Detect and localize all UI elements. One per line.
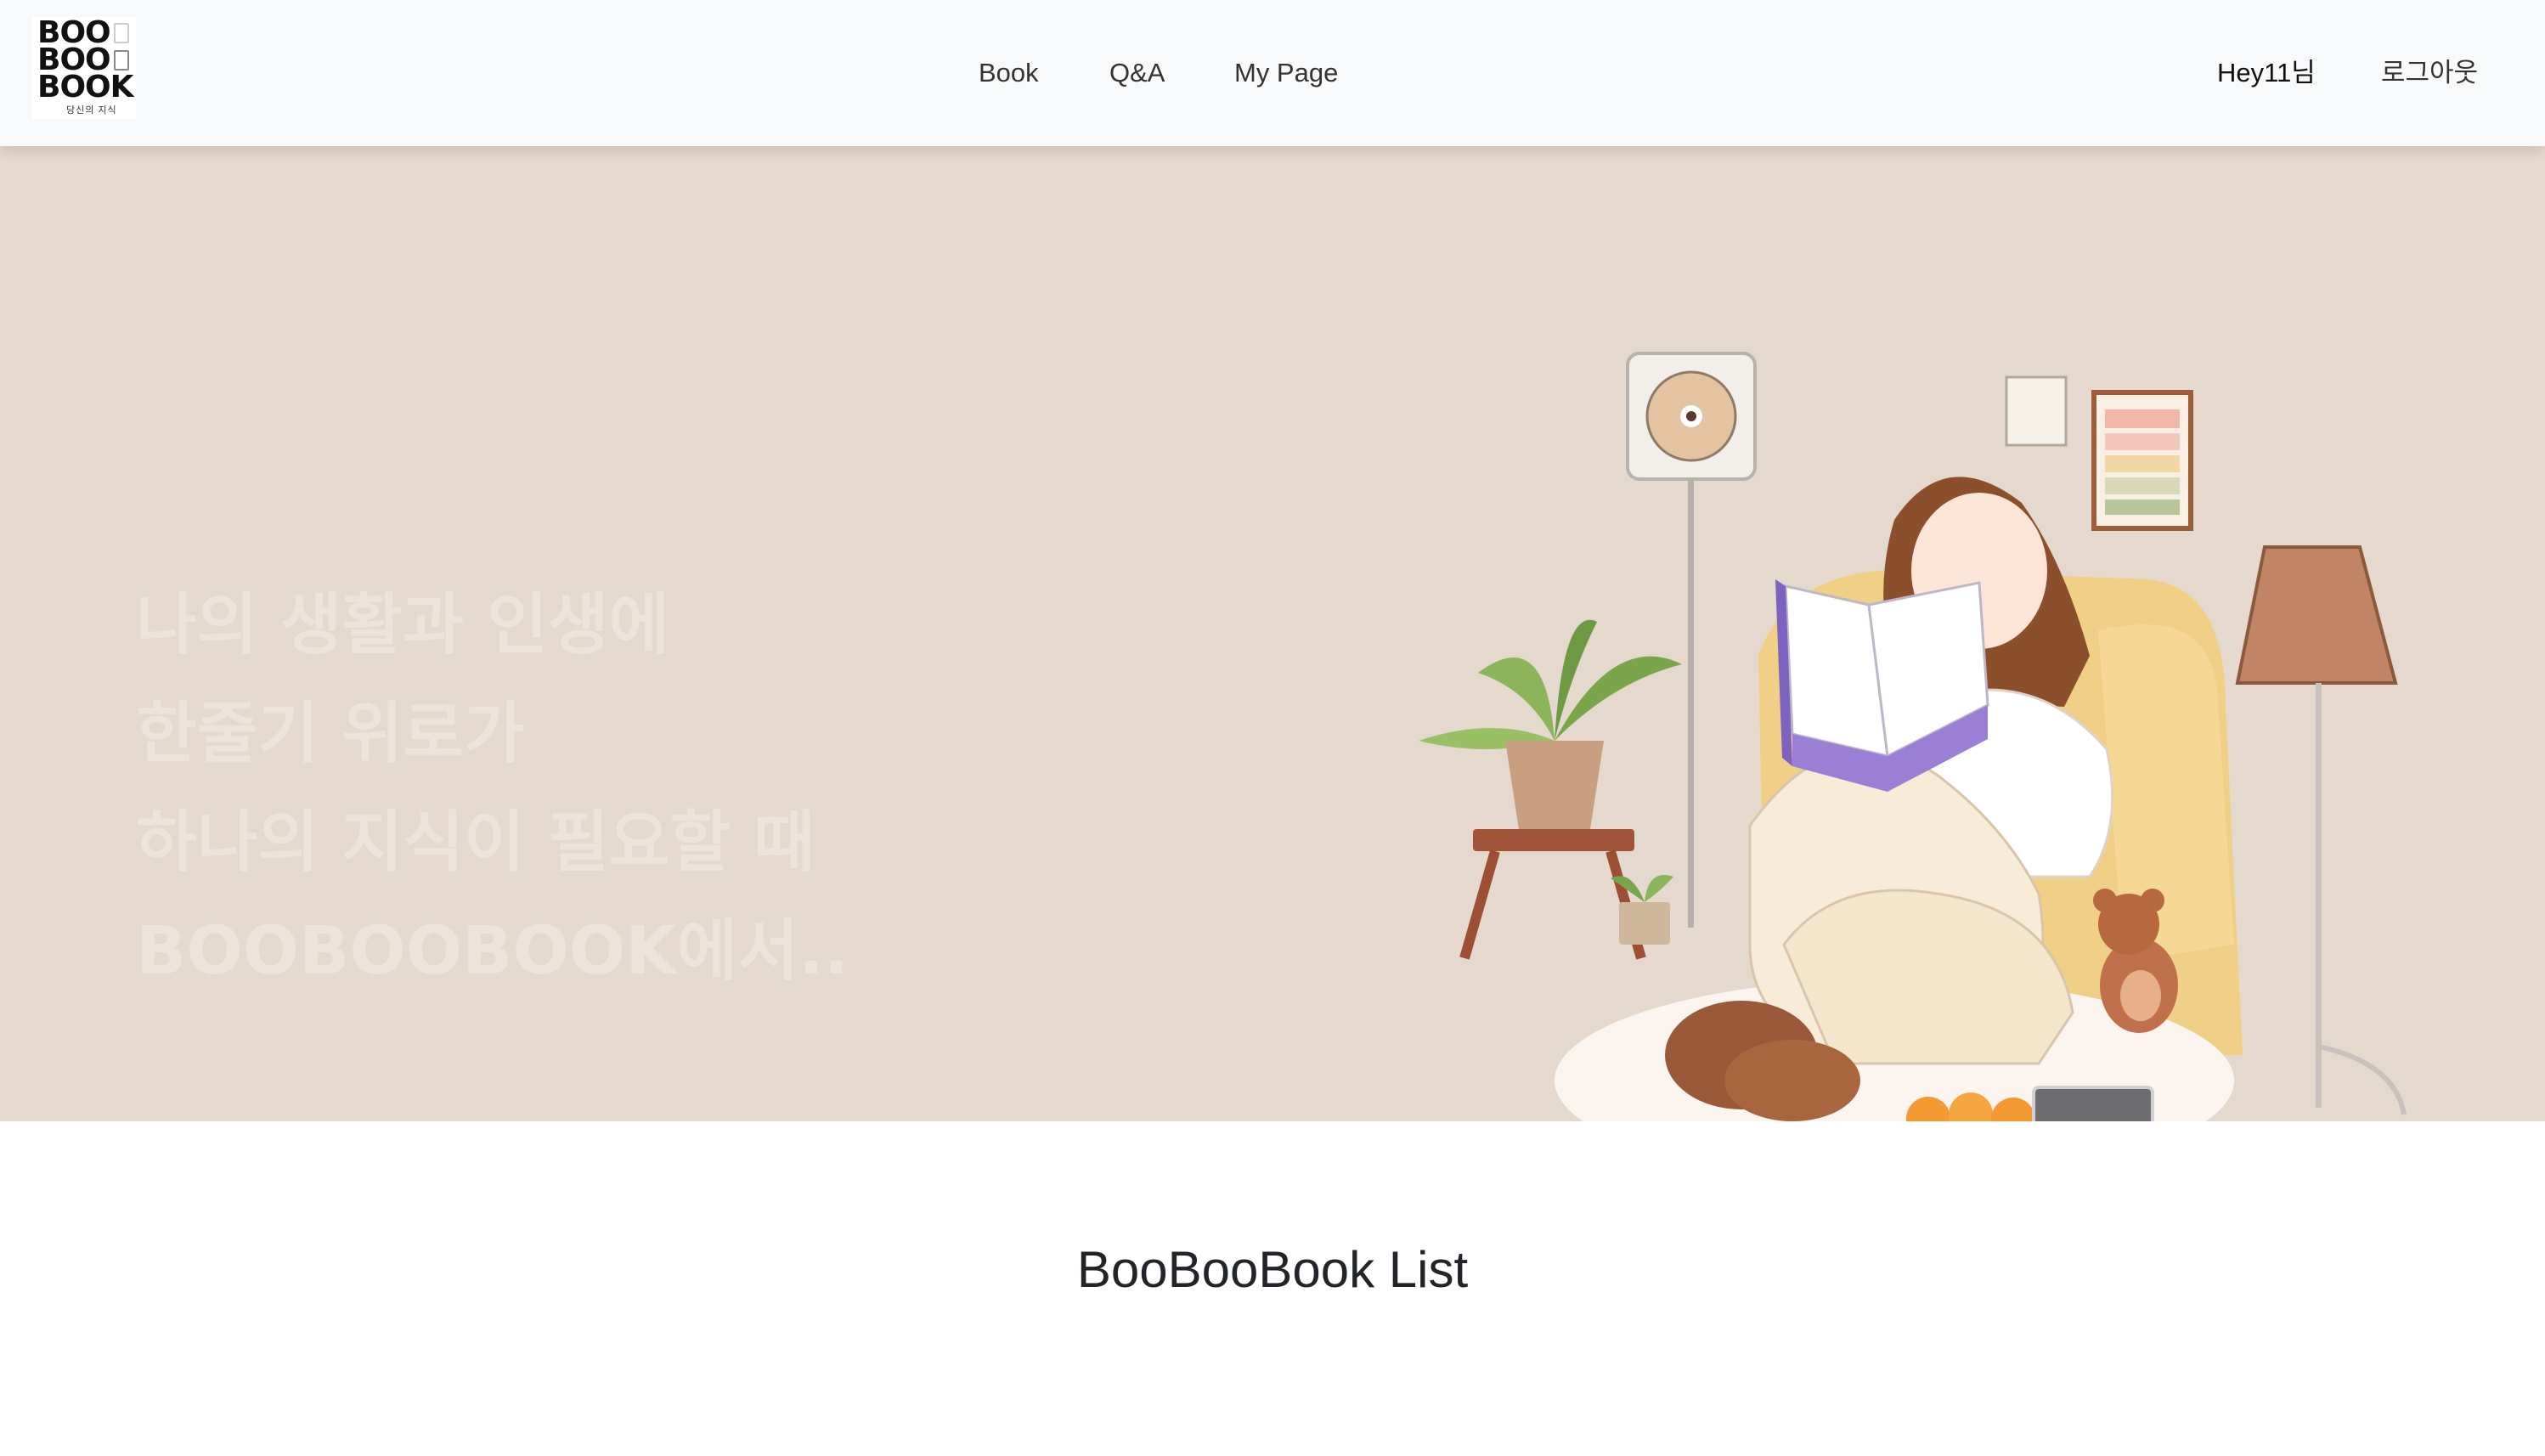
logo-subtitle: 당신의 지식 — [66, 105, 117, 116]
nav-book[interactable]: Book — [979, 51, 1039, 95]
site-header: BOO BOO BOOK 당신의 지식 Book Q&A My Page Hey… — [0, 0, 2545, 146]
reading-girl-illustration — [1419, 352, 2407, 1121]
wall-frame-icon — [2005, 375, 2193, 531]
tablet-icon — [2032, 1086, 2154, 1121]
girl-reading-icon — [1748, 477, 2114, 1065]
logout-link[interactable]: 로그아웃 — [2381, 51, 2478, 95]
hero-line-1: 나의 생활과 인생에 — [136, 587, 670, 663]
floor-lamp-icon — [2235, 545, 2407, 1115]
hero-line-2: 한줄기 위로가 — [136, 696, 525, 772]
hero-line-3: 하나의 지식이 필요할 때 — [136, 804, 815, 881]
nav-qa[interactable]: Q&A — [1109, 51, 1165, 95]
hero-banner: 나의 생활과 인생에 한줄기 위로가 하나의 지식이 필요할 때 BOOBOOB… — [0, 146, 2545, 1121]
user-greeting[interactable]: Hey11님 — [2217, 51, 2316, 95]
page: BOO BOO BOOK 당신의 지식 Book Q&A My Page Hey… — [0, 0, 2545, 1456]
cd-player-icon — [1626, 352, 1757, 928]
hero-line-4: BOOBOOBOOK에서.. — [136, 913, 849, 990]
nav-my-page[interactable]: My Page — [1234, 51, 1338, 95]
hero-copy: 나의 생활과 인생에 한줄기 위로가 하나의 지식이 필요할 때 BOOBOOB… — [136, 571, 849, 1006]
book-stack-icon — [113, 23, 129, 43]
main-nav: Book Q&A My Page Hey11님 로그아웃 — [0, 51, 2545, 95]
section-title: BooBooBook List — [1076, 1241, 1469, 1298]
